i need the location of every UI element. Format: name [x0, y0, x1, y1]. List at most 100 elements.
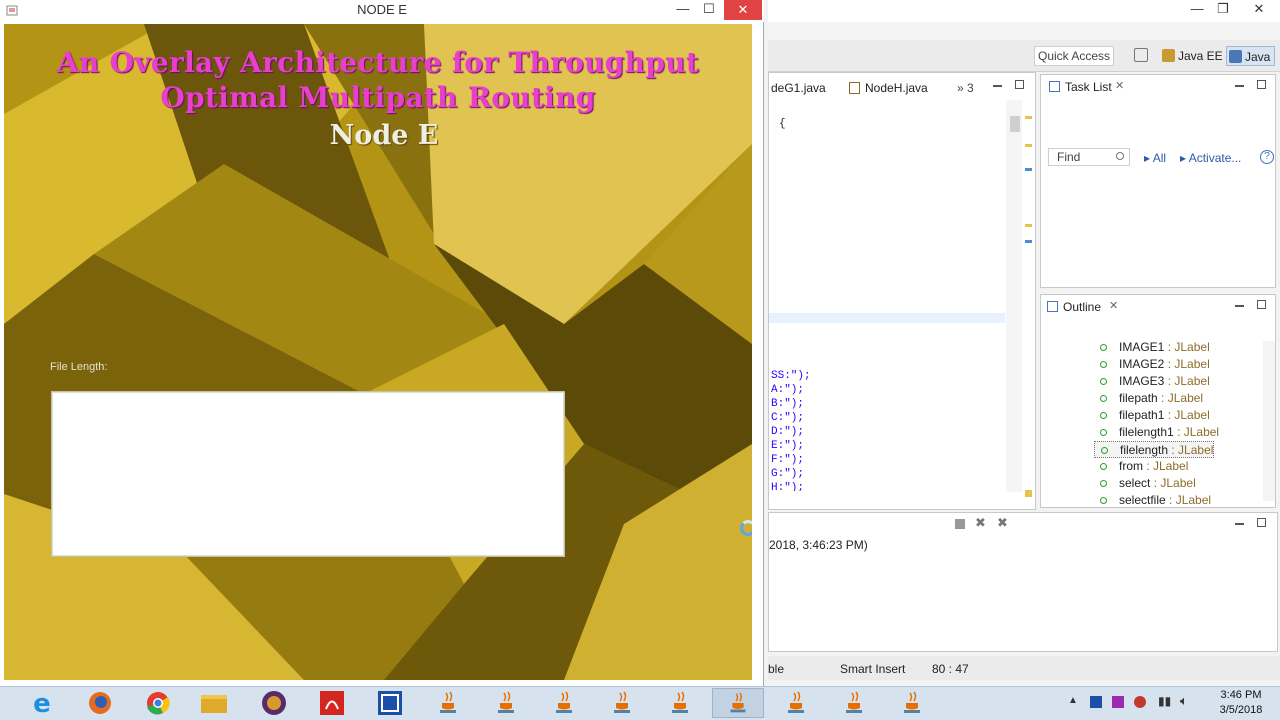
show-hidden-icons[interactable]: ▲ — [1068, 695, 1078, 706]
field-icon — [1100, 412, 1107, 419]
perspective-java-ee[interactable]: Java EE — [1160, 46, 1227, 66]
folder-icon — [201, 695, 227, 713]
network-icon[interactable]: ▮▮ — [1158, 694, 1171, 708]
ruler-marker — [1025, 490, 1032, 497]
filter-all-link[interactable]: ▸ All — [1144, 151, 1166, 165]
app-titlebar[interactable]: NODE E — ☐ ✕ — [0, 0, 764, 22]
field-icon — [1100, 497, 1107, 504]
minimize-view-icon[interactable] — [1235, 305, 1244, 307]
remove-launch-icon[interactable]: ✖ — [975, 515, 986, 531]
field-icon — [1100, 378, 1107, 385]
eclipse-titlebar: — ❐ ✕ — [768, 0, 1280, 22]
clock-date[interactable]: 3/5/2018 — [1206, 704, 1276, 716]
minimize-view-icon[interactable] — [1235, 523, 1244, 525]
remove-all-icon[interactable]: ✖ — [997, 515, 1008, 531]
eclipse-restore-button[interactable]: ❐ — [1208, 0, 1238, 20]
status-insert-mode: Smart Insert — [840, 662, 906, 676]
maximize-button[interactable]: ☐ — [694, 0, 724, 20]
java-icon — [788, 691, 804, 713]
node-e-window: NODE E — ☐ ✕ An Overlay Architecture for… — [0, 0, 764, 686]
taskbar-remote-app[interactable] — [364, 688, 416, 718]
outline-item[interactable]: filepath : JLabel — [1094, 390, 1203, 407]
current-line-highlight — [769, 313, 1005, 323]
tray-app-icon[interactable] — [1112, 696, 1124, 708]
taskbar-java-ee-ide[interactable] — [248, 688, 300, 718]
taskbar-internet-explorer[interactable]: e — [16, 688, 68, 719]
outline-icon — [1047, 301, 1058, 312]
code-editor[interactable]: deG1.java NodeH.java » 3 { SS:"); A:"); … — [768, 72, 1036, 510]
outline-item[interactable]: IMAGE2 : JLabel — [1094, 356, 1210, 373]
taskbar-file-explorer[interactable] — [188, 688, 240, 718]
ruler-marker — [1025, 168, 1032, 171]
taskbar-java-app[interactable] — [422, 688, 474, 718]
outline-title[interactable]: Outline — [1063, 300, 1101, 314]
console-view[interactable]: ✖ ✖ 2018, 3:46:23 PM) — [768, 512, 1278, 652]
taskbar-java-app-active[interactable] — [712, 688, 764, 718]
minimize-view-icon[interactable] — [1235, 85, 1244, 87]
tray-app-icon[interactable] — [1090, 696, 1102, 708]
field-icon — [1100, 344, 1107, 351]
taskbar-chrome[interactable] — [132, 688, 184, 718]
editor-scrollbar[interactable] — [1006, 100, 1022, 492]
stop-icon[interactable] — [955, 519, 965, 529]
task-list-view: Task List ✕ — [1040, 74, 1276, 288]
tab-nodeh[interactable]: NodeH.java — [847, 79, 928, 97]
svg-text:e: e — [33, 689, 51, 718]
acrobat-icon — [320, 691, 344, 715]
search-icon — [1116, 152, 1124, 160]
volume-icon[interactable]: 🔈︎ — [1180, 693, 1188, 709]
code-line: E:"); — [771, 440, 805, 452]
tray-app-icon[interactable] — [1134, 696, 1146, 708]
help-icon[interactable]: ? — [1260, 150, 1274, 164]
activate-link[interactable]: ▸ Activate... — [1180, 151, 1241, 165]
field-icon — [1100, 463, 1107, 470]
taskbar-java-app[interactable] — [828, 688, 880, 718]
outline-scrollbar[interactable] — [1263, 341, 1275, 501]
taskbar-java-app[interactable] — [654, 688, 706, 718]
tab-nodeg1[interactable]: deG1.java — [771, 79, 826, 97]
taskbar-java-app[interactable] — [770, 688, 822, 718]
maximize-view-icon[interactable] — [1257, 300, 1266, 309]
maximize-view-icon[interactable] — [1257, 80, 1266, 89]
minimize-editor-icon[interactable] — [993, 85, 1002, 87]
outline-item[interactable]: IMAGE1 : JLabel — [1094, 339, 1210, 356]
taskbar-acrobat[interactable] — [306, 688, 358, 718]
more-tabs-button[interactable]: » 3 — [957, 79, 974, 97]
close-button[interactable]: ✕ — [724, 0, 762, 20]
open-perspective-icon[interactable] — [1134, 48, 1148, 62]
quick-access-field[interactable]: Quick Access — [1034, 46, 1114, 66]
outline-item[interactable]: filelength1 : JLabel — [1094, 424, 1219, 441]
java-icon — [846, 691, 862, 713]
code-line: A:"); — [771, 384, 805, 396]
taskbar-java-app[interactable] — [480, 688, 532, 718]
field-icon — [1100, 429, 1107, 436]
task-list-title[interactable]: Task List — [1065, 80, 1112, 94]
field-icon — [1100, 480, 1107, 487]
taskbar-java-app[interactable] — [886, 688, 938, 718]
outline-item[interactable]: filepath1 : JLabel — [1094, 407, 1210, 424]
code-brace: { — [779, 118, 786, 130]
java-icon — [440, 691, 456, 713]
outline-item[interactable]: from : JLabel — [1094, 458, 1188, 475]
taskbar-java-app[interactable] — [538, 688, 590, 718]
taskbar-java-app[interactable] — [596, 688, 648, 718]
field-icon — [1100, 361, 1107, 368]
code-line: SS:"); — [771, 370, 811, 382]
outline-item[interactable]: selectfile : JLabel — [1094, 492, 1211, 509]
output-text-area[interactable] — [51, 391, 565, 557]
project-title-line1: An Overlay Architecture for Throughput — [56, 46, 700, 79]
outline-item[interactable]: IMAGE3 : JLabel — [1094, 373, 1210, 390]
firefox-icon — [89, 692, 111, 714]
internet-explorer-icon: e — [33, 689, 51, 719]
outline-item[interactable]: select : JLabel — [1094, 475, 1196, 492]
close-icon[interactable]: ✕ — [1115, 79, 1124, 92]
editor-scroll-thumb[interactable] — [1010, 116, 1020, 132]
taskbar-firefox[interactable] — [74, 688, 126, 718]
clock-time[interactable]: 3:46 PM — [1206, 689, 1276, 701]
maximize-view-icon[interactable] — [1257, 518, 1266, 527]
outline-item-selected[interactable]: filelength : JLabel — [1094, 441, 1215, 458]
maximize-editor-icon[interactable] — [1015, 80, 1024, 89]
eclipse-close-button[interactable]: ✕ — [1244, 0, 1274, 20]
close-icon[interactable]: ✕ — [1109, 299, 1118, 312]
perspective-java[interactable]: Java — [1226, 46, 1276, 66]
